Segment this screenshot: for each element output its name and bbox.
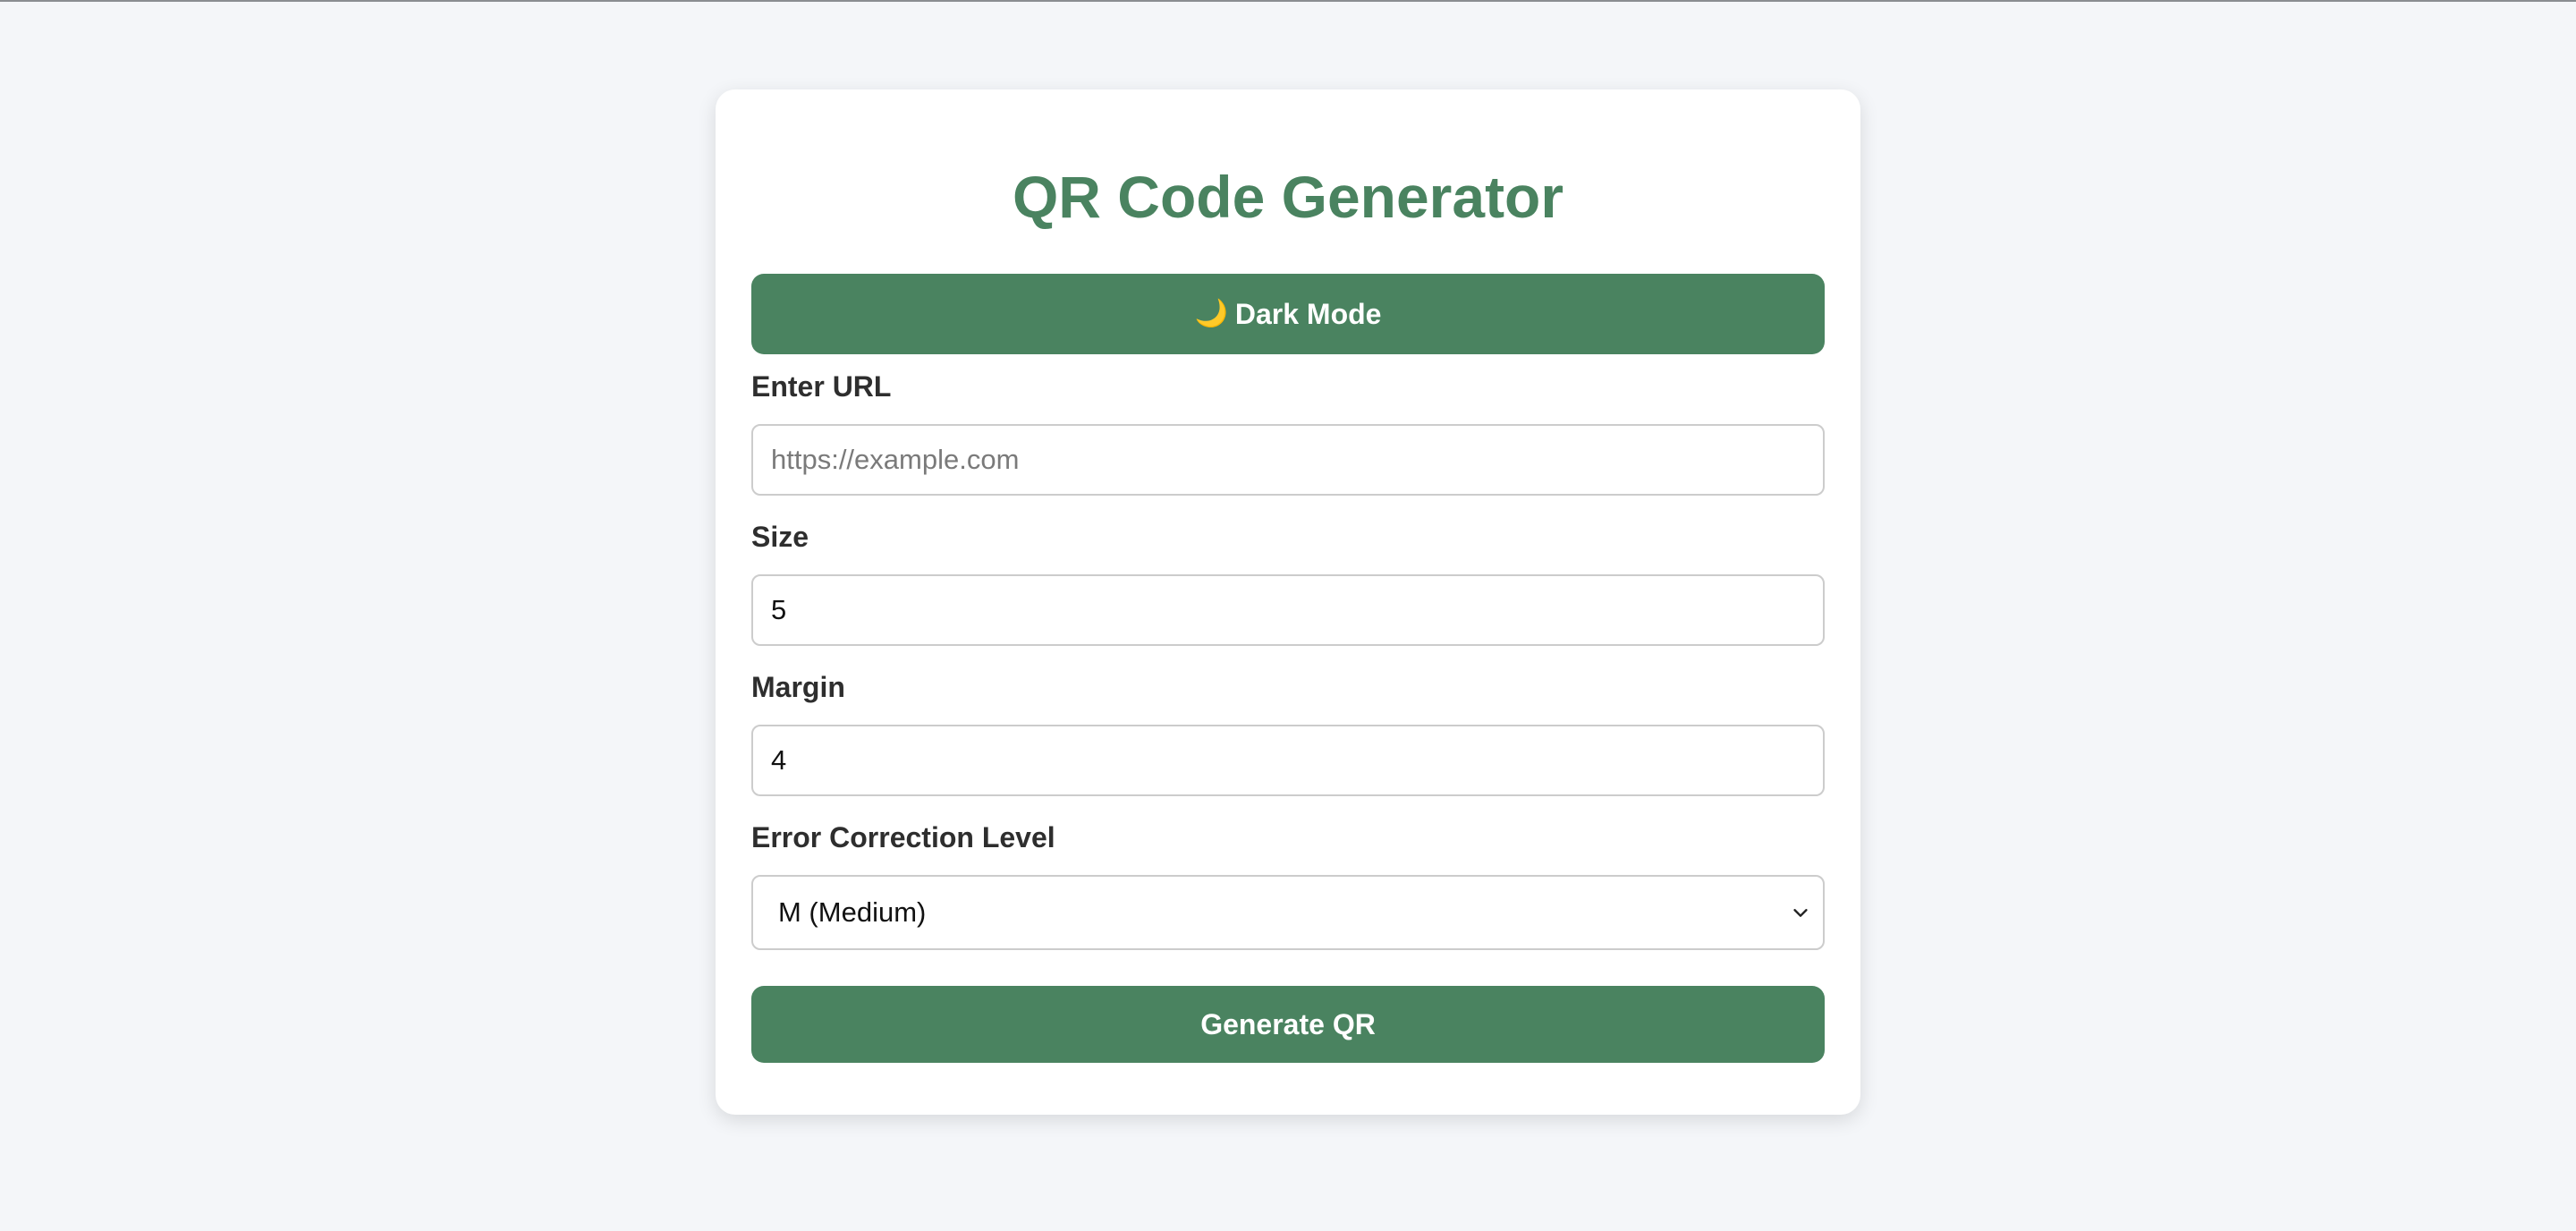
error-correction-label: Error Correction Level [751, 821, 1055, 853]
url-input[interactable] [751, 424, 1825, 496]
generate-qr-label: Generate QR [1200, 1007, 1376, 1040]
window-top-border [0, 0, 2576, 2]
error-correction-select[interactable]: M (Medium) [751, 875, 1825, 950]
url-label: Enter URL [751, 370, 892, 403]
moon-icon: 🌙 [1194, 299, 1228, 328]
chevron-down-icon [1793, 909, 1808, 917]
size-label: Size [751, 521, 809, 553]
page-title: QR Code Generator [1012, 164, 1564, 230]
qr-generator-card: QR Code Generator 🌙 Dark Mode Enter URL … [716, 89, 1860, 1115]
dark-mode-label: Dark Mode [1234, 297, 1382, 330]
generate-qr-button[interactable]: Generate QR [751, 986, 1825, 1063]
margin-label: Margin [751, 671, 845, 703]
error-correction-selected-value: M (Medium) [778, 896, 927, 928]
dark-mode-toggle-button[interactable]: 🌙 Dark Mode [751, 274, 1825, 354]
size-input[interactable] [751, 574, 1825, 646]
margin-input[interactable] [751, 725, 1825, 796]
